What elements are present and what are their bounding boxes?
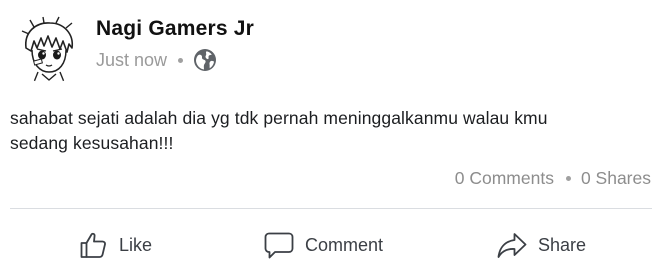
shares-count[interactable]: 0 Shares — [581, 168, 651, 189]
avatar[interactable] — [14, 14, 84, 84]
post-text: sahabat sejati adalah dia yg tdk pernah … — [10, 108, 548, 153]
separator-dot — [565, 175, 571, 181]
comment-label: Comment — [305, 234, 384, 255]
thumbs-up-icon — [77, 229, 109, 261]
like-button[interactable]: Like — [77, 226, 152, 264]
comment-bubble-icon — [263, 229, 295, 261]
separator-dot — [178, 57, 184, 63]
like-label: Like — [119, 234, 153, 255]
post-stats: 0 Comments 0 Shares — [455, 166, 651, 190]
post-meta: Just now — [96, 48, 217, 72]
comments-count[interactable]: 0 Comments — [455, 168, 554, 189]
share-button[interactable]: Share — [496, 226, 586, 264]
globe-icon[interactable] — [193, 48, 217, 72]
post-timestamp[interactable]: Just now — [96, 50, 167, 71]
post-card: Nagi Gamers Jr Just now sahabat sejati a… — [0, 0, 662, 279]
comment-button[interactable]: Comment — [263, 226, 383, 264]
avatar-illustration — [14, 14, 84, 84]
divider — [10, 208, 652, 209]
share-label: Share — [538, 234, 587, 255]
share-arrow-icon — [496, 229, 528, 261]
post-actions-bar: Like Comment Share — [0, 226, 662, 264]
author-name[interactable]: Nagi Gamers Jr — [96, 17, 254, 41]
